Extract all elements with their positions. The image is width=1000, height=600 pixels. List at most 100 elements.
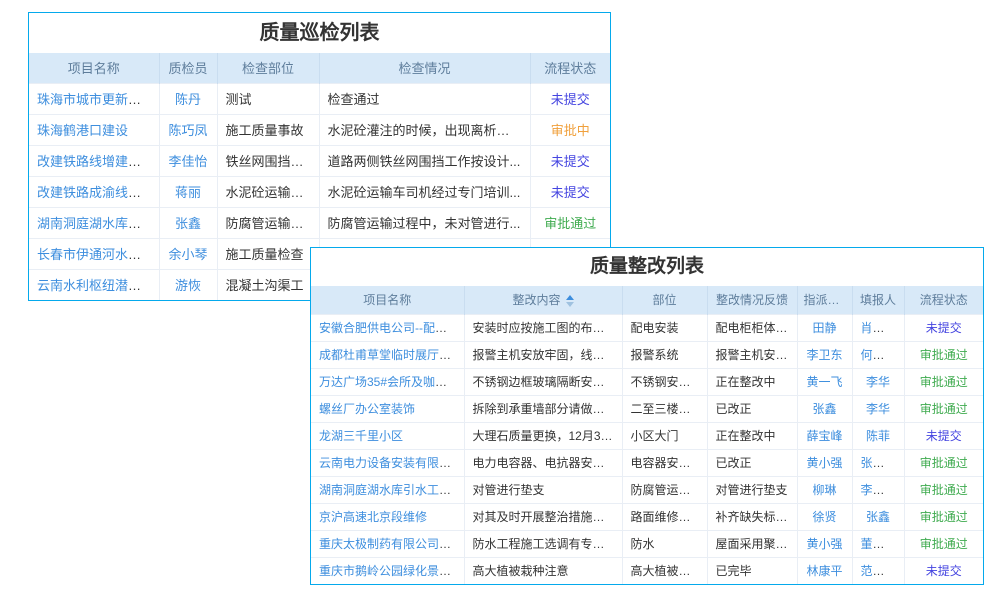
person-link[interactable]: 蒋丽 [175, 185, 201, 200]
person-link[interactable]: 田静 [812, 321, 836, 335]
project-link[interactable]: 湖南洞庭湖水库引水工... [37, 216, 159, 231]
person-link[interactable]: 张鑫 [175, 216, 201, 231]
project-link[interactable]: 云南水利枢纽潜明水库... [37, 278, 159, 293]
person-link[interactable]: 李卫东 [806, 348, 842, 362]
column-header-label: 流程状态 [544, 61, 596, 76]
person-link[interactable]: 陈菲 [866, 429, 890, 443]
person-link[interactable]: 张鑫 [866, 510, 890, 524]
status-text: 未提交 [551, 154, 590, 169]
status-text: 未提交 [926, 564, 962, 578]
table-row[interactable]: 云南电力设备安装有限公司20...电力电容器、电抗器安装方案,...电容器安装.… [311, 449, 983, 476]
cell-part: 不锈钢安装... [622, 368, 707, 395]
project-link[interactable]: 螺丝厂办公室装饰 [319, 402, 415, 416]
cell-text: 防腐管运输过程中，未对管进行... [328, 216, 521, 231]
project-link[interactable]: 京沪高速北京段维修 [319, 510, 427, 524]
person-link[interactable]: 黄小强 [806, 456, 842, 470]
rectification-table-title: 质量整改列表 [311, 248, 983, 286]
person-link[interactable]: 柳琳 [812, 483, 836, 497]
project-link[interactable]: 重庆太极制药有限公司亳州中... [319, 537, 464, 551]
table-row[interactable]: 珠海市城市更新项目紫...陈丹测试检查通过未提交 [29, 83, 610, 114]
cell-reporter: 张小东 [852, 449, 904, 476]
status-text: 未提交 [926, 321, 962, 335]
cell-content: 高大植被栽种注意 [464, 557, 622, 584]
project-link[interactable]: 成都杜甫草堂临时展厅独立展... [319, 348, 464, 362]
status-text: 审批通过 [920, 537, 968, 551]
cell-assignee: 张鑫 [797, 395, 852, 422]
cell-part: 小区大门 [622, 422, 707, 449]
table-row[interactable]: 螺丝厂办公室装饰拆除到承重墙部分请做好加固...二至三楼混...已改正张鑫李华审… [311, 395, 983, 422]
table-row[interactable]: 改建铁路线增建第二线...李佳怡铁丝网围挡工作检查道路两侧铁丝网围挡工作按设计.… [29, 145, 610, 176]
table-row[interactable]: 重庆太极制药有限公司亳州中...防水工程施工选调有专业资质...防水屋面采用聚氯… [311, 530, 983, 557]
cell-assignee: 黄一飞 [797, 368, 852, 395]
cell-project: 螺丝厂办公室装饰 [311, 395, 464, 422]
cell-content: 不锈钢边框玻璃隔断安装不牢... [464, 368, 622, 395]
status-text: 未提交 [926, 429, 962, 443]
person-link[interactable]: 李若若 [861, 483, 897, 497]
person-link[interactable]: 范思哲 [861, 564, 897, 578]
project-link[interactable]: 重庆市鹅岭公园绿化景观提升... [319, 564, 464, 578]
table-row[interactable]: 珠海鹤港口建设陈巧凤施工质量事故水泥砼灌注的时候，出现离析现象审批中 [29, 114, 610, 145]
cell-part: 高大植被栽种 [622, 557, 707, 584]
status-text: 审批通过 [920, 375, 968, 389]
person-link[interactable]: 徐贤 [812, 510, 836, 524]
table-row[interactable]: 湖南洞庭湖水库引水工...张鑫防腐管运输、布管防腐管运输过程中，未对管进行...… [29, 207, 610, 238]
table-row[interactable]: 改建铁路成渝线增建第...蒋丽水泥砼运输车检查水泥砼运输车司机经过专门培训...… [29, 176, 610, 207]
cell-content: 安装时应按施工图的布置，将... [464, 314, 622, 341]
column-header-assignee: 指派人员 [797, 286, 852, 314]
cell-project: 长春市伊通河水力发电... [29, 238, 159, 269]
cell-project: 龙湖三千里小区 [311, 422, 464, 449]
cell-text: 报警主机安放牢固，线缆连接... [473, 348, 623, 362]
person-link[interactable]: 陈巧凤 [168, 123, 207, 138]
cell-status: 审批通过 [904, 341, 983, 368]
person-link[interactable]: 陈丹 [175, 92, 201, 107]
project-link[interactable]: 珠海市城市更新项目紫... [37, 92, 159, 107]
cell-inspector: 余小琴 [159, 238, 217, 269]
table-row[interactable]: 龙湖三千里小区大理石质量更换，12月31日之...小区大门正在整改中薛宝峰陈菲未… [311, 422, 983, 449]
person-link[interactable]: 李佳怡 [168, 154, 207, 169]
project-link[interactable]: 改建铁路线增建第二线... [37, 154, 159, 169]
column-header-reporter: 填报人 [852, 286, 904, 314]
status-text: 审批通过 [920, 348, 968, 362]
column-header-content[interactable]: 整改内容 [464, 286, 622, 314]
table-row[interactable]: 重庆市鹅岭公园绿化景观提升...高大植被栽种注意高大植被栽种已完毕林康平范思哲未… [311, 557, 983, 584]
project-link[interactable]: 龙湖三千里小区 [319, 429, 403, 443]
cell-inspector: 游恢 [159, 269, 217, 300]
project-link[interactable]: 珠海鹤港口建设 [37, 123, 128, 138]
person-link[interactable]: 张鑫 [812, 402, 836, 416]
table-row[interactable]: 万达广场35#会所及咖啡厅空...不锈钢边框玻璃隔断安装不牢...不锈钢安装..… [311, 368, 983, 395]
person-link[interactable]: 薛宝峰 [806, 429, 842, 443]
person-link[interactable]: 肖亚军 [861, 321, 897, 335]
sort-icon[interactable] [566, 295, 574, 307]
cell-project: 珠海市城市更新项目紫... [29, 83, 159, 114]
person-link[interactable]: 林康平 [806, 564, 842, 578]
cell-text: 安装时应按施工图的布置，将... [473, 321, 623, 335]
cell-assignee: 林康平 [797, 557, 852, 584]
person-link[interactable]: 何芷萱 [861, 348, 897, 362]
project-link[interactable]: 改建铁路成渝线增建第... [37, 185, 159, 200]
project-link[interactable]: 湖南洞庭湖水库引水工程施工I标 [319, 483, 464, 497]
table-row[interactable]: 安徽合肥供电公司--配电设备...安装时应按施工图的布置，将...配电安装配电柜… [311, 314, 983, 341]
column-header-inspector: 质检员 [159, 53, 217, 83]
cell-project: 改建铁路成渝线增建第... [29, 176, 159, 207]
table-row[interactable]: 京沪高速北京段维修对其及时开展整治措施，桥头...路面维修检...补齐缺失标志.… [311, 503, 983, 530]
person-link[interactable]: 黄一飞 [806, 375, 842, 389]
project-link[interactable]: 万达广场35#会所及咖啡厅空... [319, 375, 464, 389]
inspection-table-title: 质量巡检列表 [29, 13, 610, 53]
cell-text: 已改正 [716, 402, 752, 416]
project-link[interactable]: 云南电力设备安装有限公司20... [319, 456, 464, 470]
sort-descending-icon[interactable] [566, 302, 574, 307]
person-link[interactable]: 余小琴 [168, 247, 207, 262]
person-link[interactable]: 黄小强 [806, 537, 842, 551]
table-row[interactable]: 成都杜甫草堂临时展厅独立展...报警主机安放牢固，线缆连接...报警系统报警主机… [311, 341, 983, 368]
person-link[interactable]: 李华 [866, 402, 890, 416]
person-link[interactable]: 董清平 [861, 537, 897, 551]
sort-ascending-icon[interactable] [566, 295, 574, 300]
project-link[interactable]: 长春市伊通河水力发电... [37, 247, 159, 262]
person-link[interactable]: 游恢 [175, 278, 201, 293]
table-row[interactable]: 湖南洞庭湖水库引水工程施工I标对管进行垫支防腐管运输...对管进行垫支柳琳李若若… [311, 476, 983, 503]
cell-feedback: 屋面采用聚氯... [707, 530, 797, 557]
project-link[interactable]: 安徽合肥供电公司--配电设备... [319, 321, 464, 335]
person-link[interactable]: 李华 [866, 375, 890, 389]
cell-reporter: 张鑫 [852, 503, 904, 530]
person-link[interactable]: 张小东 [861, 456, 897, 470]
